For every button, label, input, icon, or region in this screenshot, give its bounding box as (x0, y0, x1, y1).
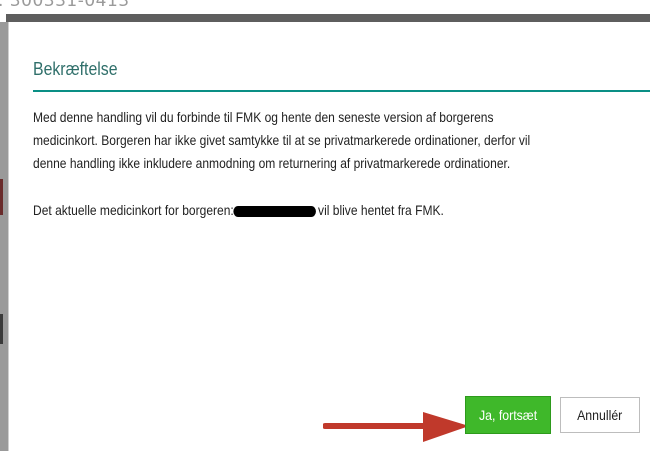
confirm-button[interactable]: Ja, fortsæt (465, 396, 551, 434)
dialog-title: Bekræftelse (33, 59, 118, 79)
dialog-body: Med denne handling vil du forbinde til F… (33, 106, 583, 222)
cancel-button[interactable]: Annullér (560, 397, 640, 433)
background-left-mark (0, 179, 3, 215)
body-line: Med denne handling vil du forbinde til F… (33, 109, 494, 125)
title-divider (33, 90, 650, 92)
background-header-text: . 300331-0413 (0, 0, 130, 11)
cancel-button-label: Annullér (577, 407, 623, 423)
background-left-mark (0, 314, 3, 344)
red-arrow-right-icon (323, 412, 469, 442)
confirm-button-label: Ja, fortsæt (478, 407, 538, 423)
redacted-citizen-name (233, 205, 317, 217)
screen: . 300331-0413 Bekræftelse Med denne hand… (0, 0, 650, 451)
confirmation-dialog: Bekræftelse Med denne handling vil du fo… (8, 22, 650, 451)
fetch-note: vil blive hentet fra FMK. (318, 202, 444, 218)
background-page-left-edge (0, 22, 8, 451)
body-line: denne handling ikke inkludere anmodning … (33, 155, 511, 171)
citizen-label: Det aktuelle medicinkort for borgeren: (33, 202, 234, 218)
modal-overlay-top (6, 14, 650, 22)
body-line: medicinkort. Borgeren har ikke givet sam… (33, 132, 531, 148)
body-line-citizen: Det aktuelle medicinkort for borgeren: vi… (33, 199, 583, 222)
